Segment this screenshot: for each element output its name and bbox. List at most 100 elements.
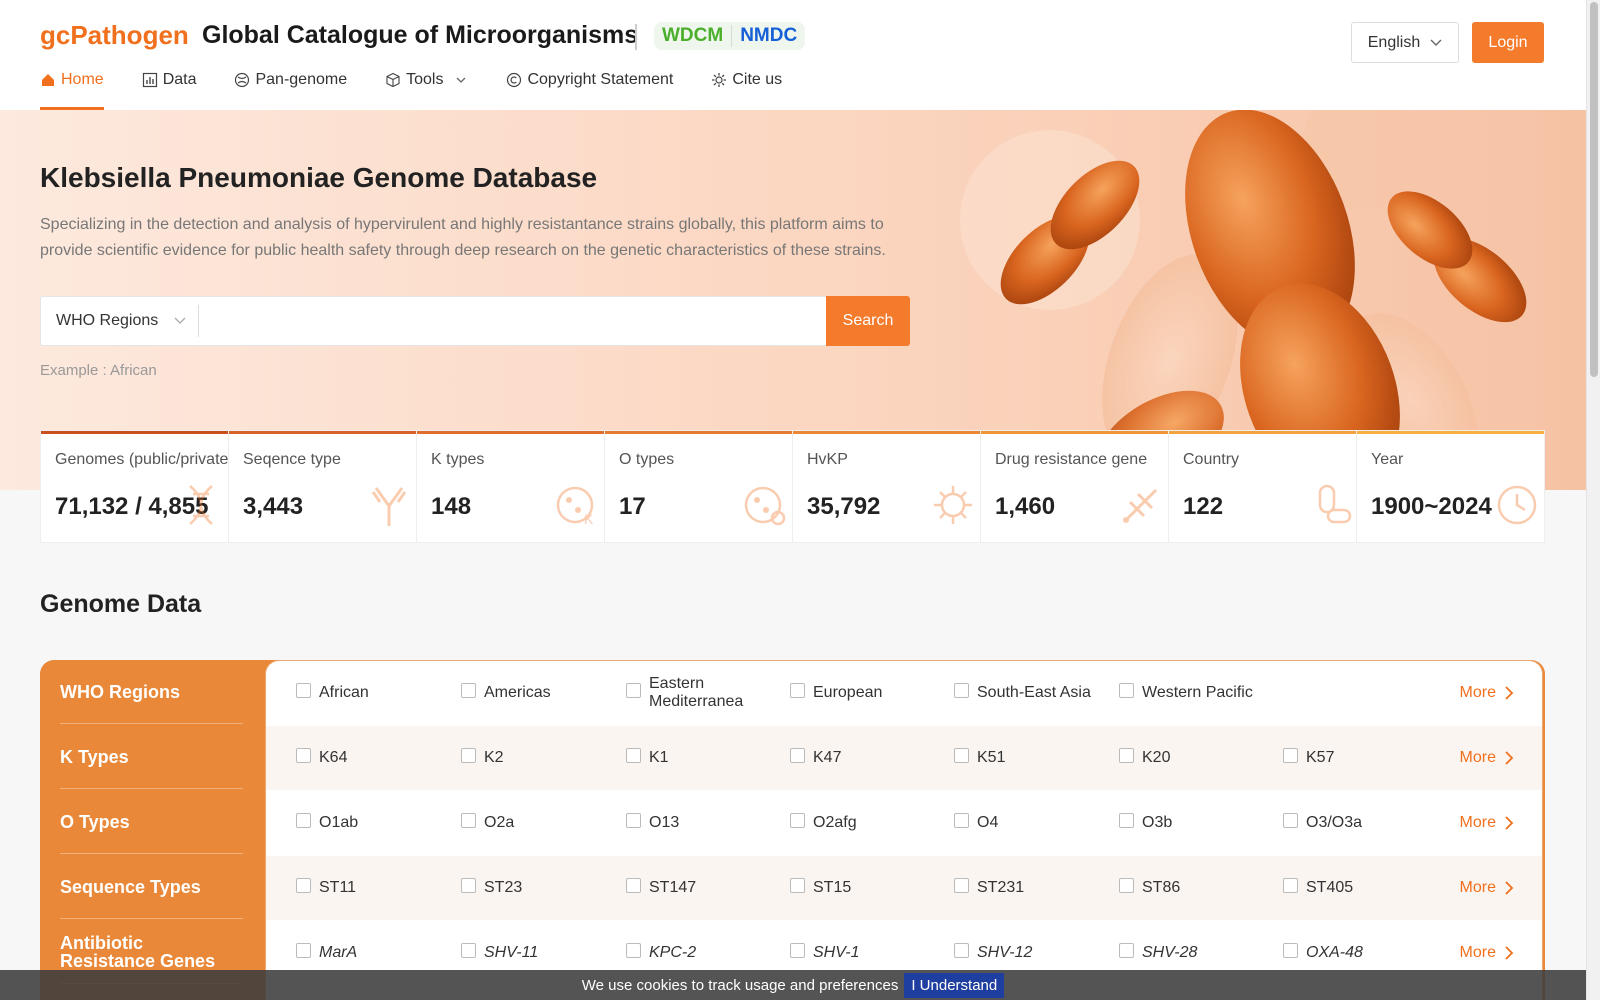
language-select[interactable]: English	[1351, 22, 1459, 63]
more-link[interactable]: More	[1460, 726, 1514, 790]
filter-checkbox[interactable]	[1283, 877, 1298, 893]
filter-option[interactable]: O1ab	[296, 791, 446, 855]
filter-option[interactable]: O2a	[461, 791, 611, 855]
stat-label: Year	[1371, 451, 1404, 468]
filter-option[interactable]: Americas	[461, 661, 611, 725]
nav-data[interactable]: Data	[142, 62, 196, 98]
filter-checkbox[interactable]	[954, 877, 969, 893]
cookie-accept-button[interactable]: I Understand	[904, 972, 1005, 998]
filter-checkbox[interactable]	[954, 747, 969, 763]
stat-accent-bar	[1169, 431, 1356, 434]
hero-description: Specializing in the detection and analys…	[40, 216, 886, 259]
filter-checkbox[interactable]	[790, 877, 805, 893]
filter-option[interactable]: ST231	[954, 856, 1104, 920]
filter-checkbox[interactable]	[1119, 942, 1134, 958]
filter-option[interactable]: K64	[296, 726, 446, 790]
partner-wdcm-link[interactable]: WDCM	[662, 25, 723, 47]
filter-checkbox[interactable]	[296, 812, 311, 828]
filter-checkbox[interactable]	[296, 942, 311, 958]
nav-cite-us[interactable]: Cite us	[711, 62, 782, 98]
filter-option-label: O3b	[1142, 814, 1173, 831]
filter-checkbox[interactable]	[296, 682, 311, 698]
site-logo[interactable]: gcPathogen	[40, 20, 189, 51]
filter-checkbox[interactable]	[461, 812, 476, 828]
more-link[interactable]: More	[1460, 661, 1514, 725]
filter-option-label: K51	[977, 749, 1006, 766]
filter-checkbox[interactable]	[626, 682, 641, 698]
filter-checkbox[interactable]	[296, 747, 311, 763]
filter-checkbox[interactable]	[790, 682, 805, 698]
filter-option[interactable]: Eastern Mediterranea	[626, 661, 776, 725]
filter-checkbox[interactable]	[954, 812, 969, 828]
filter-checkbox[interactable]	[461, 747, 476, 763]
filter-checkbox[interactable]	[790, 812, 805, 828]
filter-checkbox[interactable]	[1119, 747, 1134, 763]
nav-copyright[interactable]: Copyright Statement	[506, 62, 673, 98]
filter-option[interactable]: O2afg	[790, 791, 940, 855]
search-button[interactable]: Search	[826, 296, 910, 346]
filter-option[interactable]: African	[296, 661, 446, 725]
filter-checkbox[interactable]	[1283, 747, 1298, 763]
filter-checkbox[interactable]	[954, 682, 969, 698]
filter-checkbox[interactable]	[1283, 942, 1298, 958]
page-scrollbar[interactable]	[1586, 0, 1600, 1000]
filter-option[interactable]: South-East Asia	[954, 661, 1104, 725]
search-scope-label: WHO Regions	[56, 312, 159, 329]
bar-chart-icon	[142, 72, 157, 88]
filter-checkbox[interactable]	[1119, 682, 1134, 698]
filter-option[interactable]: K57	[1283, 726, 1433, 790]
login-button[interactable]: Login	[1472, 22, 1544, 63]
filter-option[interactable]: ST86	[1119, 856, 1269, 920]
scrollbar-thumb[interactable]	[1590, 2, 1598, 377]
filter-checkbox[interactable]	[954, 942, 969, 958]
genome-data-filters: WHO Regions K Types O Types Sequence Types A…	[40, 660, 1545, 1000]
filter-checkbox[interactable]	[461, 877, 476, 893]
filter-option[interactable]: K20	[1119, 726, 1269, 790]
filter-checkbox[interactable]	[1119, 877, 1134, 893]
filter-checkbox[interactable]	[626, 747, 641, 763]
filter-checkbox[interactable]	[461, 942, 476, 958]
filter-option[interactable]: ST23	[461, 856, 611, 920]
filter-option[interactable]: Western Pacific	[1119, 661, 1269, 725]
stats-bar: Genomes (public/private) 71,132 / 4,855 Se…	[40, 430, 1545, 543]
search-input[interactable]	[199, 297, 826, 345]
filter-option[interactable]: K47	[790, 726, 940, 790]
nav-tools[interactable]: Tools	[385, 62, 468, 98]
language-label: English	[1367, 33, 1421, 51]
search-scope-select[interactable]: WHO Regions	[41, 305, 199, 337]
filter-checkbox[interactable]	[626, 812, 641, 828]
filter-option[interactable]: ST147	[626, 856, 776, 920]
filter-option[interactable]: K1	[626, 726, 776, 790]
nav-home[interactable]: Home	[40, 62, 104, 110]
filter-option[interactable]: O3b	[1119, 791, 1269, 855]
more-label: More	[1459, 684, 1496, 701]
more-link[interactable]: More	[1460, 791, 1514, 855]
filter-option[interactable]: ST405	[1283, 856, 1433, 920]
filter-checkbox[interactable]	[1283, 812, 1298, 828]
more-link[interactable]: More	[1460, 856, 1514, 920]
filter-option-label: O2afg	[813, 814, 857, 831]
stat-label: O types	[619, 451, 675, 468]
filter-option[interactable]: ST15	[790, 856, 940, 920]
filter-option[interactable]: K51	[954, 726, 1104, 790]
chevron-down-icon	[1430, 39, 1442, 46]
filter-option-label: SHV-11	[484, 944, 539, 961]
filter-option[interactable]: ST11	[296, 856, 446, 920]
filter-checkbox[interactable]	[461, 682, 476, 698]
nav-pan-genome[interactable]: Pan-genome	[234, 62, 347, 98]
filter-checkbox[interactable]	[296, 877, 311, 893]
filter-categories: WHO Regions K Types O Types Sequence Types A…	[40, 660, 265, 1000]
filter-checkbox[interactable]	[1119, 812, 1134, 828]
filter-option[interactable]: O13	[626, 791, 776, 855]
filter-checkbox[interactable]	[790, 942, 805, 958]
filter-checkbox[interactable]	[626, 877, 641, 893]
filter-checkbox[interactable]	[790, 747, 805, 763]
stat-accent-bar	[1357, 431, 1544, 434]
filter-option[interactable]: K2	[461, 726, 611, 790]
filter-checkbox[interactable]	[626, 942, 641, 958]
partner-nmdc-link[interactable]: NMDC	[740, 25, 797, 47]
stat-card: O types 17	[605, 431, 793, 542]
filter-option[interactable]: European	[790, 661, 940, 725]
filter-option[interactable]: O4	[954, 791, 1104, 855]
filter-option[interactable]: O3/O3a	[1283, 791, 1433, 855]
